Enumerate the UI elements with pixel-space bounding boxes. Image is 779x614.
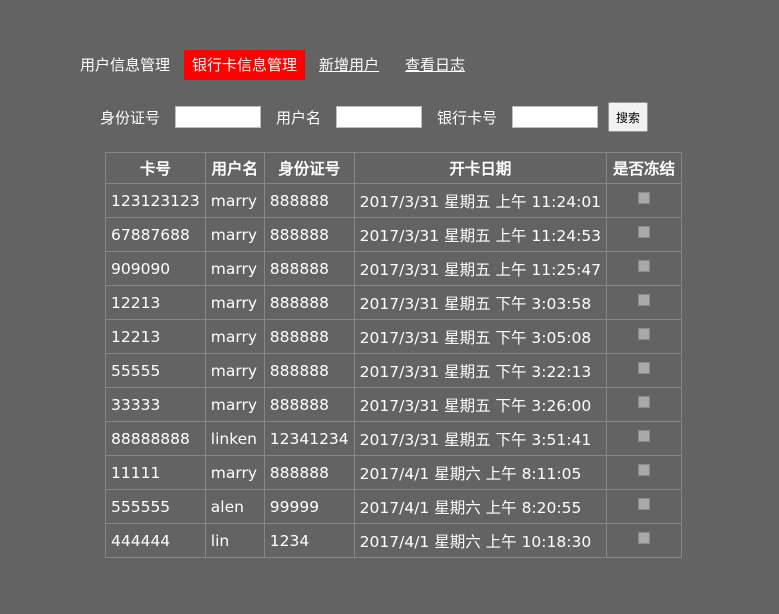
table-row: 88888888 linken 12341234 2017/3/31 星期五 下午 3…: [105, 421, 683, 456]
cell-frozen: [606, 183, 683, 218]
frozen-checkbox[interactable]: [638, 464, 651, 476]
cell-username: linken: [204, 421, 265, 456]
card-number-label: 银行卡号: [437, 108, 498, 127]
username-input[interactable]: [336, 106, 423, 128]
cell-frozen: [606, 455, 683, 490]
cell-open-date: 2017/3/31 星期五 下午 3:05:08: [353, 319, 608, 354]
cell-id-number: 1234: [263, 523, 355, 558]
nav-bank-card-info-link[interactable]: 银行卡信息管理: [184, 50, 306, 80]
cell-frozen: [606, 251, 683, 286]
table-row: 555555 alen 99999 2017/4/1 星期六 上午 8:20:55: [105, 489, 683, 524]
cell-card-number: 33333: [105, 387, 206, 422]
cell-open-date: 2017/3/31 星期五 上午 11:24:01: [353, 183, 608, 218]
table-row: 12213 marry 888888 2017/3/31 星期五 下午 3:05:08: [105, 319, 683, 354]
frozen-checkbox[interactable]: [638, 396, 651, 408]
nav-add-user-link[interactable]: 新增用户: [311, 50, 387, 80]
table-row: 11111 marry 888888 2017/4/1 星期六 上午 8:11:05: [105, 455, 683, 490]
table-row: 123123123 marry 888888 2017/3/31 星期五 上午 11:…: [105, 183, 683, 218]
frozen-checkbox[interactable]: [638, 430, 651, 442]
frozen-checkbox[interactable]: [638, 328, 651, 340]
cell-card-number: 88888888: [105, 421, 206, 456]
cell-username: marry: [204, 183, 265, 218]
table-row: 12213 marry 888888 2017/3/31 星期五 下午 3:03:58: [105, 285, 683, 320]
cell-frozen: [606, 421, 683, 456]
table-header-row: 卡号 用户名 身份证号 开卡日期 是否冻结: [105, 152, 683, 184]
frozen-checkbox[interactable]: [638, 226, 651, 238]
cell-open-date: 2017/3/31 星期五 上午 11:24:53: [353, 217, 608, 252]
cell-id-number: 888888: [263, 251, 355, 286]
cell-id-number: 12341234: [263, 421, 355, 456]
cell-frozen: [606, 489, 683, 524]
cell-open-date: 2017/3/31 星期五 下午 3:51:41: [353, 421, 608, 456]
cell-card-number: 909090: [105, 251, 206, 286]
cell-open-date: 2017/3/31 星期五 下午 3:26:00: [353, 387, 608, 422]
search-bar: 身份证号 用户名 银行卡号 搜索: [100, 102, 649, 132]
nav-view-logs-link[interactable]: 查看日志: [397, 50, 473, 80]
frozen-checkbox[interactable]: [638, 498, 651, 510]
frozen-checkbox[interactable]: [638, 294, 651, 306]
cell-open-date: 2017/3/31 星期五 下午 3:03:58: [353, 285, 608, 320]
cell-open-date: 2017/4/1 星期六 上午 8:20:55: [353, 489, 608, 524]
table-row: 444444 lin 1234 2017/4/1 星期六 上午 10:18:30: [105, 523, 683, 558]
bank-card-table: 卡号 用户名 身份证号 开卡日期 是否冻结 123123123 marry 8888…: [105, 152, 683, 558]
cell-username: marry: [204, 353, 265, 388]
id-number-input[interactable]: [175, 106, 262, 128]
cell-username: marry: [204, 217, 265, 252]
header-username: 用户名: [204, 152, 265, 184]
cell-card-number: 12213: [105, 319, 206, 354]
cell-card-number: 55555: [105, 353, 206, 388]
search-button[interactable]: 搜索: [608, 102, 649, 132]
nav-user-info-link[interactable]: 用户信息管理: [72, 50, 178, 80]
id-number-label: 身份证号: [100, 108, 161, 127]
header-id-number: 身份证号: [263, 152, 355, 184]
cell-card-number: 12213: [105, 285, 206, 320]
cell-id-number: 888888: [263, 387, 355, 422]
frozen-checkbox[interactable]: [638, 532, 651, 544]
header-frozen: 是否冻结: [606, 152, 683, 184]
cell-card-number: 123123123: [105, 183, 206, 218]
cell-username: lin: [204, 523, 265, 558]
card-number-input[interactable]: [512, 106, 599, 128]
cell-open-date: 2017/3/31 星期五 下午 3:22:13: [353, 353, 608, 388]
frozen-checkbox[interactable]: [638, 192, 651, 204]
table-row: 55555 marry 888888 2017/3/31 星期五 下午 3:22:13: [105, 353, 683, 388]
cell-username: marry: [204, 251, 265, 286]
cell-open-date: 2017/4/1 星期六 上午 10:18:30: [353, 523, 608, 558]
cell-id-number: 888888: [263, 319, 355, 354]
header-card-number: 卡号: [105, 152, 206, 184]
username-label: 用户名: [276, 108, 322, 127]
cell-card-number: 444444: [105, 523, 206, 558]
cell-id-number: 888888: [263, 455, 355, 490]
cell-card-number: 67887688: [105, 217, 206, 252]
header-open-date: 开卡日期: [353, 152, 608, 184]
cell-card-number: 555555: [105, 489, 206, 524]
cell-username: marry: [204, 387, 265, 422]
cell-id-number: 888888: [263, 217, 355, 252]
table-row: 33333 marry 888888 2017/3/31 星期五 下午 3:26:00: [105, 387, 683, 422]
cell-frozen: [606, 523, 683, 558]
cell-frozen: [606, 217, 683, 252]
cell-frozen: [606, 285, 683, 320]
cell-username: marry: [204, 319, 265, 354]
cell-id-number: 99999: [263, 489, 355, 524]
cell-id-number: 888888: [263, 183, 355, 218]
frozen-checkbox[interactable]: [638, 260, 651, 272]
cell-username: alen: [204, 489, 265, 524]
cell-frozen: [606, 387, 683, 422]
cell-id-number: 888888: [263, 353, 355, 388]
cell-card-number: 11111: [105, 455, 206, 490]
cell-open-date: 2017/4/1 星期六 上午 8:11:05: [353, 455, 608, 490]
cell-username: marry: [204, 455, 265, 490]
cell-frozen: [606, 353, 683, 388]
cell-frozen: [606, 319, 683, 354]
cell-open-date: 2017/3/31 星期五 上午 11:25:47: [353, 251, 608, 286]
top-nav: 用户信息管理 银行卡信息管理 新增用户 查看日志: [72, 50, 483, 80]
cell-id-number: 888888: [263, 285, 355, 320]
table-row: 67887688 marry 888888 2017/3/31 星期五 上午 11:2…: [105, 217, 683, 252]
cell-username: marry: [204, 285, 265, 320]
table-row: 909090 marry 888888 2017/3/31 星期五 上午 11:25:…: [105, 251, 683, 286]
frozen-checkbox[interactable]: [638, 362, 651, 374]
